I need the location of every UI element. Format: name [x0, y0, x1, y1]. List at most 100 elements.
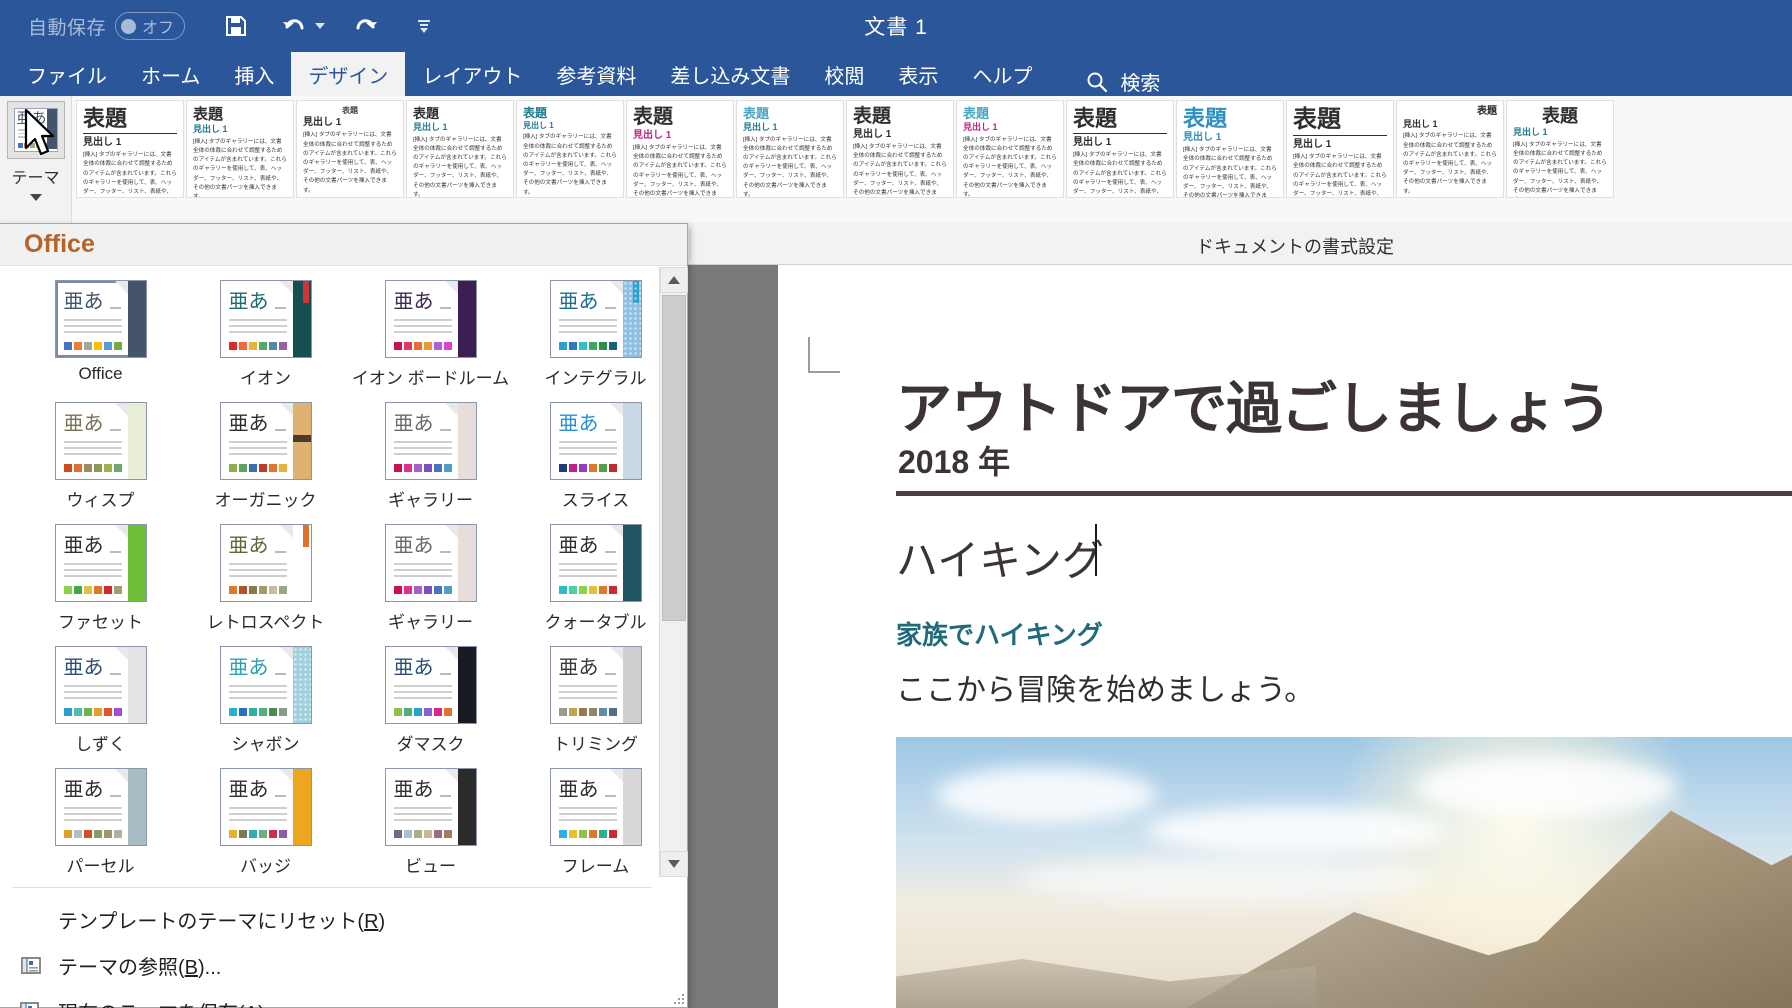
- themes-button[interactable]: 亜あ: [6, 101, 65, 159]
- theme-item-18[interactable]: 亜あ ビュー: [348, 768, 513, 877]
- ribbon-tab-3[interactable]: デザイン: [291, 52, 406, 96]
- style-set-card[interactable]: 表題 見出し 1 [挿入] タブのギャラリーには、文書全体の体裁に合わせて調整するた…: [626, 100, 734, 198]
- theme-item-17[interactable]: 亜あ バッジ: [183, 768, 348, 877]
- theme-item-9[interactable]: 亜あ レトロスペクト: [183, 524, 348, 633]
- theme-thumbnail[interactable]: 亜あ: [219, 768, 312, 846]
- theme-thumbnail[interactable]: 亜あ: [54, 768, 147, 846]
- themes-gallery-scrollbar[interactable]: [659, 267, 688, 877]
- theme-item-5[interactable]: 亜あ オーガニック: [183, 402, 348, 511]
- style-set-card[interactable]: 表題 見出し 1 [挿入] タブのギャラリーには、文書全体の体裁に合わせて調整するた…: [1286, 100, 1394, 198]
- themes-dropdown-caret-icon[interactable]: [29, 194, 42, 201]
- theme-item-7[interactable]: 亜あ スライス: [513, 402, 660, 511]
- dropdown-resize-grip[interactable]: [672, 992, 684, 1004]
- document-paragraph[interactable]: ここから冒険を始めましょう。: [896, 665, 1314, 709]
- theme-thumbnail[interactable]: 亜あ: [54, 402, 147, 480]
- theme-item-12[interactable]: 亜あ しずく: [18, 646, 183, 755]
- undo-icon[interactable]: [277, 9, 311, 43]
- undo-dropdown-caret-icon[interactable]: [315, 23, 326, 29]
- search-box[interactable]: 検索: [1085, 67, 1160, 96]
- theme-thumbnail[interactable]: 亜あ: [54, 280, 147, 358]
- theme-item-3[interactable]: 亜あ インテグラル: [513, 280, 660, 389]
- autosave-switch[interactable]: オフ: [115, 12, 186, 40]
- theme-thumbnail[interactable]: 亜あ: [384, 646, 477, 724]
- style-card-title: 表題: [963, 106, 990, 121]
- theme-thumbnail[interactable]: 亜あ: [54, 524, 147, 602]
- style-card-body-text: [挿入] タブのギャラリーには、文書全体の体裁に合わせて調整するためのアイテムが…: [1073, 152, 1167, 195]
- document-page[interactable]: アウトドアで過ごしましょう 2018 年 ハイキング 家族でハイキング ここから…: [778, 265, 1792, 1008]
- theme-thumbnail[interactable]: 亜あ: [219, 524, 312, 602]
- ribbon-tab-1[interactable]: ホーム: [124, 52, 217, 96]
- theme-item-10[interactable]: 亜あ ギャラリー: [348, 524, 513, 633]
- scroll-down-arrow-icon[interactable]: [660, 851, 688, 877]
- document-canvas[interactable]: アウトドアで過ごしましょう 2018 年 ハイキング 家族でハイキング ここから…: [688, 265, 1792, 1008]
- theme-thumbnail[interactable]: 亜あ: [549, 280, 642, 358]
- style-set-card[interactable]: 表題 見出し 1 [挿入] タブのギャラリーには、文書全体の体裁に合わせて調整するた…: [1066, 100, 1174, 198]
- autosave-toggle[interactable]: 自動保存 オフ: [28, 12, 186, 40]
- customize-qat-icon[interactable]: [407, 9, 441, 43]
- document-subtitle-year[interactable]: 2018 年: [898, 437, 1010, 483]
- style-set-card[interactable]: 表題 見出し 1 [挿入] タブのギャラリーには、文書全体の体裁に合わせて調整するた…: [406, 100, 514, 198]
- ribbon-tab-5[interactable]: 参考資料: [539, 52, 653, 96]
- theme-thumbnail[interactable]: 亜あ: [54, 646, 147, 724]
- theme-thumbnail-text-lines: [558, 685, 617, 703]
- theme-thumbnail[interactable]: 亜あ: [549, 646, 642, 724]
- style-set-card[interactable]: 表題 見出し 1 [挿入] タブのギャラリーには、文書全体の体裁に合わせて調整するた…: [736, 100, 844, 198]
- theme-thumbnail-sample-text: 亜あ: [558, 657, 599, 679]
- style-set-card[interactable]: 表題 見出し 1 [挿入] タブのギャラリーには、文書全体の体裁に合わせて調整するた…: [1506, 100, 1614, 198]
- style-set-card[interactable]: 表題 見出し 1 [挿入] タブのギャラリーには、文書全体の体裁に合わせて調整するた…: [1396, 100, 1504, 198]
- document-style-set-gallery[interactable]: 表題 見出し 1 [挿入] タブのギャラリーには、文書全体の体裁に合わせて調整するた…: [72, 96, 1792, 223]
- theme-menu-item-1[interactable]: テーマの参照(B)...: [0, 942, 660, 988]
- ribbon-tab-4[interactable]: レイアウト: [405, 52, 539, 96]
- save-icon[interactable]: [219, 9, 253, 43]
- style-set-card[interactable]: 表題 見出し 1 [挿入] タブのギャラリーには、文書全体の体裁に合わせて調整するた…: [516, 100, 624, 198]
- theme-thumbnail[interactable]: 亜あ: [549, 402, 642, 480]
- theme-menu-item-0[interactable]: テンプレートのテーマにリセット(R): [0, 896, 660, 942]
- theme-thumbnail[interactable]: 亜あ: [384, 280, 477, 358]
- theme-thumbnail[interactable]: 亜あ: [219, 280, 312, 358]
- style-set-card[interactable]: 表題 見出し 1 [挿入] タブのギャラリーには、文書全体の体裁に合わせて調整するた…: [956, 100, 1064, 198]
- theme-item-1[interactable]: 亜あ イオン: [183, 280, 348, 389]
- ribbon-tab-9[interactable]: ヘルプ: [955, 52, 1049, 96]
- theme-thumbnail[interactable]: 亜あ: [549, 768, 642, 846]
- scrollbar-thumb[interactable]: [662, 295, 686, 621]
- theme-item-8[interactable]: 亜あ ファセット: [18, 524, 183, 633]
- theme-item-11[interactable]: 亜あ クォータブル: [513, 524, 660, 633]
- theme-thumbnail[interactable]: 亜あ: [219, 646, 312, 724]
- ribbon-tab-6[interactable]: 差し込み文書: [653, 52, 807, 96]
- ribbon-tab-0[interactable]: ファイル: [10, 52, 124, 96]
- theme-thumbnail[interactable]: 亜あ: [549, 524, 642, 602]
- theme-thumbnail[interactable]: 亜あ: [219, 402, 312, 480]
- scroll-up-arrow-icon[interactable]: [660, 267, 688, 293]
- theme-item-4[interactable]: 亜あ ウィスプ: [18, 402, 183, 511]
- theme-item-19[interactable]: 亜あ フレーム: [513, 768, 660, 877]
- theme-thumbnail-accent-bar: [622, 403, 641, 479]
- style-set-card[interactable]: 表題 見出し 1 [挿入] タブのギャラリーには、文書全体の体裁に合わせて調整するた…: [186, 100, 294, 198]
- themes-gallery-scroll-area[interactable]: 亜あ Office 亜あ イオン 亜あ イオン ボードルーム 亜あ インテグラル 亜あ ウィスプ亜…: [0, 267, 660, 877]
- theme-menu-item-2[interactable]: 現在のテーマを保存(A)...: [0, 988, 660, 1008]
- theme-item-13[interactable]: 亜あ シャボン: [183, 646, 348, 755]
- theme-item-15[interactable]: 亜あ トリミング: [513, 646, 660, 755]
- document-heading-title[interactable]: アウトドアで過ごしましょう: [896, 364, 1612, 445]
- theme-thumbnail[interactable]: 亜あ: [384, 524, 477, 602]
- style-set-card[interactable]: 表題 見出し 1 [挿入] タブのギャラリーには、文書全体の体裁に合わせて調整するた…: [846, 100, 954, 198]
- ribbon-tab-2[interactable]: 挿入: [217, 52, 291, 96]
- ribbon-tab-7[interactable]: 校閲: [807, 52, 881, 96]
- themes-dropdown-panel[interactable]: Office 亜あ Office 亜あ イオン 亜あ イオン ボードルーム 亜あ インテグラル…: [0, 223, 688, 1008]
- theme-thumbnail[interactable]: 亜あ: [384, 768, 477, 846]
- style-set-card[interactable]: 表題 見出し 1 [挿入] タブのギャラリーには、文書全体の体裁に合わせて調整するた…: [1176, 100, 1284, 198]
- style-set-card[interactable]: 表題 見出し 1 [挿入] タブのギャラリーには、文書全体の体裁に合わせて調整するた…: [296, 100, 404, 198]
- theme-item-2[interactable]: 亜あ イオン ボードルーム: [348, 280, 513, 389]
- document-photo-mountains[interactable]: [896, 737, 1792, 1008]
- theme-item-14[interactable]: 亜あ ダマスク: [348, 646, 513, 755]
- ribbon-tab-8[interactable]: 表示: [881, 52, 955, 96]
- theme-thumbnail[interactable]: 亜あ: [384, 402, 477, 480]
- theme-item-0[interactable]: 亜あ Office: [18, 280, 183, 389]
- theme-thumbnail-tab-mark: [302, 769, 309, 791]
- theme-item-16[interactable]: 亜あ パーセル: [18, 768, 183, 877]
- undo-group[interactable]: [277, 9, 326, 43]
- style-set-card[interactable]: 表題 見出し 1 [挿入] タブのギャラリーには、文書全体の体裁に合わせて調整するた…: [76, 100, 184, 198]
- theme-item-6[interactable]: 亜あ ギャラリー: [348, 402, 513, 511]
- document-subheading-family-hiking[interactable]: 家族でハイキング: [896, 615, 1103, 652]
- document-heading-hiking[interactable]: ハイキング: [896, 527, 1104, 588]
- redo-icon[interactable]: [349, 9, 383, 43]
